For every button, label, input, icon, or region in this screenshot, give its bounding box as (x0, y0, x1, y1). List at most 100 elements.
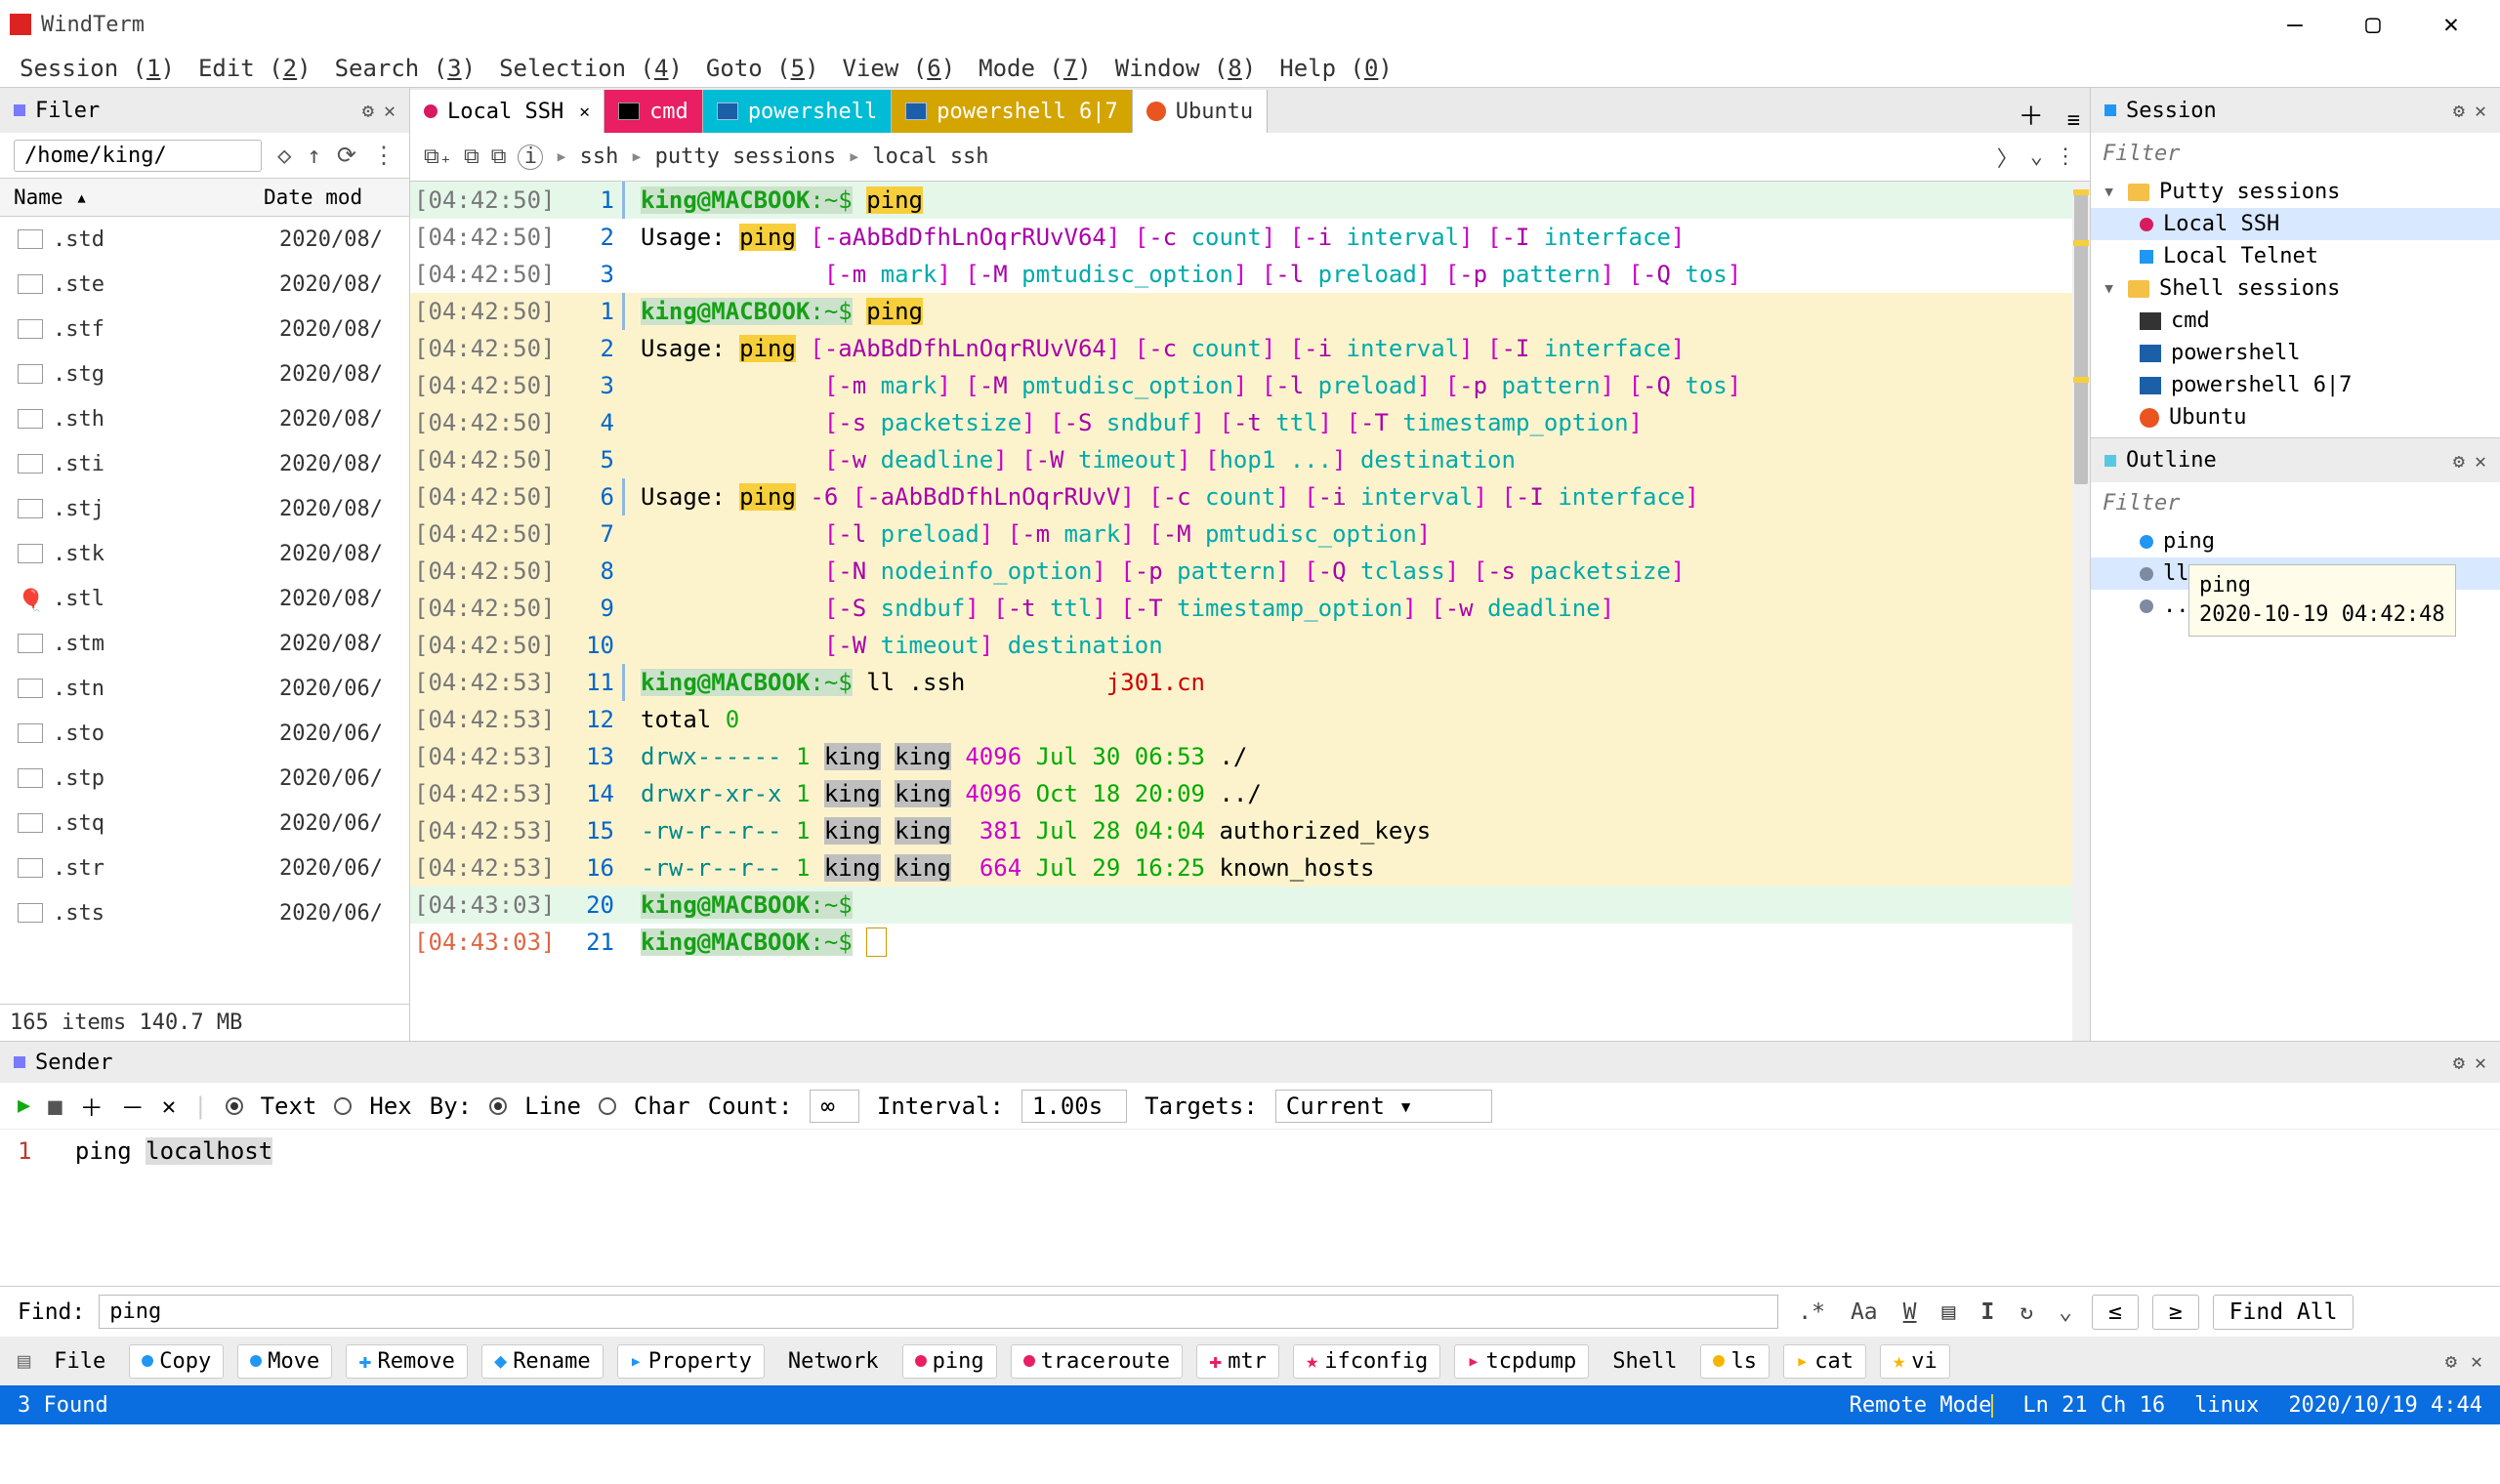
file-row[interactable]: .stg2020/08/ (0, 351, 409, 396)
terminal-view[interactable]: [04:42:50]1king@MACBOOK:~$ ping[04:42:50… (410, 182, 2090, 1041)
line-number[interactable]: 15 (566, 812, 625, 849)
file-list[interactable]: .std2020/08/.ste2020/08/.stf2020/08/.stg… (0, 217, 409, 1004)
tree-item[interactable]: Local Telnet (2091, 240, 2500, 272)
line-number[interactable]: 13 (566, 738, 625, 775)
file-row[interactable]: .ste2020/08/ (0, 262, 409, 307)
gear-icon[interactable]: ⚙ (362, 99, 374, 122)
find-input[interactable] (99, 1295, 1778, 1329)
tree-item[interactable]: Ubuntu (2091, 401, 2500, 433)
breadcrumb-menu-icon[interactable]: ⋮ (2055, 144, 2076, 169)
tree-item[interactable]: ▾Shell sessions (2091, 272, 2500, 305)
radio-text[interactable] (226, 1097, 243, 1115)
gear-icon[interactable]: ⚙ (2453, 1051, 2465, 1074)
parent-dir-icon[interactable]: ↑ (307, 142, 320, 169)
file-row[interactable]: .sti2020/08/ (0, 441, 409, 486)
tab-cmd[interactable]: cmd (604, 90, 703, 133)
path-input[interactable]: /home/king/ (14, 140, 262, 172)
status-mode[interactable]: Remote Mode (1850, 1393, 1994, 1418)
dropdown-icon[interactable]: ⌄ (2053, 1299, 2078, 1325)
panel-close-icon[interactable]: ✕ (2471, 1349, 2482, 1373)
radio-line[interactable] (489, 1097, 507, 1115)
tab-powershell-6-7[interactable]: powershell 6|7 (892, 90, 1132, 133)
breadcrumb-next-icon[interactable]: 〉 (1997, 142, 2019, 173)
line-number[interactable]: 21 (566, 924, 625, 961)
file-row[interactable]: .stm2020/08/ (0, 621, 409, 666)
menu-item[interactable]: Mode (7) (979, 55, 1092, 82)
line-number[interactable]: 8 (566, 553, 625, 590)
panel-close-icon[interactable]: ✕ (384, 99, 396, 122)
tool-vi[interactable]: ★vi (1880, 1344, 1950, 1379)
line-number[interactable]: 10 (566, 627, 625, 664)
line-number[interactable]: 14 (566, 775, 625, 812)
crumb-2[interactable]: local ssh (872, 144, 988, 169)
tab-menu-icon[interactable]: ≡ (2058, 108, 2090, 133)
find-next-button[interactable]: ≥ (2152, 1295, 2199, 1330)
find-all-button[interactable]: Find All (2213, 1295, 2354, 1330)
outline-item[interactable]: ping (2091, 525, 2500, 557)
file-row[interactable]: .stf2020/08/ (0, 307, 409, 351)
regex-icon[interactable]: .* (1792, 1299, 1831, 1325)
line-number[interactable]: 2 (566, 219, 625, 256)
tab-local-ssh[interactable]: Local SSH✕ (410, 90, 604, 133)
menu-item[interactable]: Edit (2) (198, 55, 312, 82)
session-filter-input[interactable] (2103, 142, 2488, 166)
menu-item[interactable]: Window (8) (1115, 55, 1257, 82)
tree-item[interactable]: Local SSH (2091, 208, 2500, 240)
tree-item[interactable]: ▾Putty sessions (2091, 176, 2500, 208)
breadcrumb-dropdown-icon[interactable]: ⌄ (2030, 144, 2043, 169)
new-tab-button[interactable]: ＋ (2005, 97, 2058, 133)
line-number[interactable]: 4 (566, 404, 625, 441)
clear-button[interactable]: ✕ (162, 1092, 176, 1120)
tool-copy[interactable]: Copy (129, 1344, 224, 1379)
tool-ls[interactable]: ls (1700, 1344, 1770, 1379)
line-number[interactable]: 16 (566, 849, 625, 886)
file-row[interactable]: .stk2020/08/ (0, 531, 409, 576)
line-number[interactable]: 12 (566, 701, 625, 738)
menu-item[interactable]: Goto (5) (706, 55, 819, 82)
tree-item[interactable]: powershell 6|7 (2091, 369, 2500, 401)
menu-item[interactable]: Help (0) (1279, 55, 1393, 82)
scrollbar-vertical[interactable] (2072, 182, 2090, 1041)
line-number[interactable]: 20 (566, 886, 625, 924)
tab-ubuntu[interactable]: Ubuntu (1133, 90, 1268, 133)
line-number[interactable]: 5 (566, 441, 625, 478)
session-tree[interactable]: ▾Putty sessionsLocal SSHLocal Telnet▾She… (2091, 172, 2500, 437)
add-button[interactable]: ＋ (80, 1089, 104, 1123)
file-row[interactable]: .sts2020/06/ (0, 890, 409, 935)
file-row[interactable]: .sto2020/06/ (0, 711, 409, 756)
wrap-icon[interactable]: ↻ (2014, 1299, 2039, 1325)
play-button[interactable]: ▶ (18, 1093, 30, 1118)
tab-powershell[interactable]: powershell (703, 90, 892, 133)
menu-item[interactable]: Session (1) (20, 55, 175, 82)
info-icon[interactable]: i (518, 144, 543, 170)
tool-ping[interactable]: ping (902, 1344, 997, 1379)
tool-move[interactable]: Move (237, 1344, 332, 1379)
gear-icon[interactable]: ⚙ (2453, 449, 2465, 473)
line-number[interactable]: 9 (566, 590, 625, 627)
radio-hex[interactable] (334, 1097, 352, 1115)
count-spinner[interactable]: ∞ (810, 1090, 858, 1123)
panel-close-icon[interactable]: ✕ (2475, 1051, 2486, 1074)
file-row[interactable]: 🎈.stl2020/08/ (0, 576, 409, 621)
line-number[interactable]: 7 (566, 515, 625, 553)
interval-spinner[interactable]: 1.00s (1021, 1090, 1127, 1123)
close-button[interactable]: ✕ (2412, 1, 2490, 48)
status-os[interactable]: linux (2194, 1393, 2259, 1418)
file-table-header[interactable]: Name ▴ Date mod (0, 178, 409, 217)
new-tab-icon[interactable]: ⧉₊ (424, 144, 452, 169)
tree-item[interactable]: cmd (2091, 305, 2500, 337)
copy-session-icon[interactable]: ⧉ (464, 144, 479, 169)
crumb-0[interactable]: ssh (580, 144, 619, 169)
file-row[interactable]: .sth2020/08/ (0, 396, 409, 441)
duplicate-icon[interactable]: ⧉ (491, 144, 507, 169)
tab-close-icon[interactable]: ✕ (579, 102, 590, 122)
stop-button[interactable]: ■ (48, 1092, 62, 1120)
line-number[interactable]: 1 (566, 293, 625, 330)
tool-remove[interactable]: ✚Remove (346, 1344, 468, 1379)
crumb-1[interactable]: putty sessions (655, 144, 836, 169)
gear-icon[interactable]: ⚙ (2445, 1349, 2457, 1373)
line-number[interactable]: 1 (566, 182, 625, 219)
tool-ifconfig[interactable]: ★ifconfig (1293, 1344, 1440, 1379)
line-number[interactable]: 2 (566, 330, 625, 367)
scrollbar-thumb[interactable] (2074, 191, 2088, 484)
